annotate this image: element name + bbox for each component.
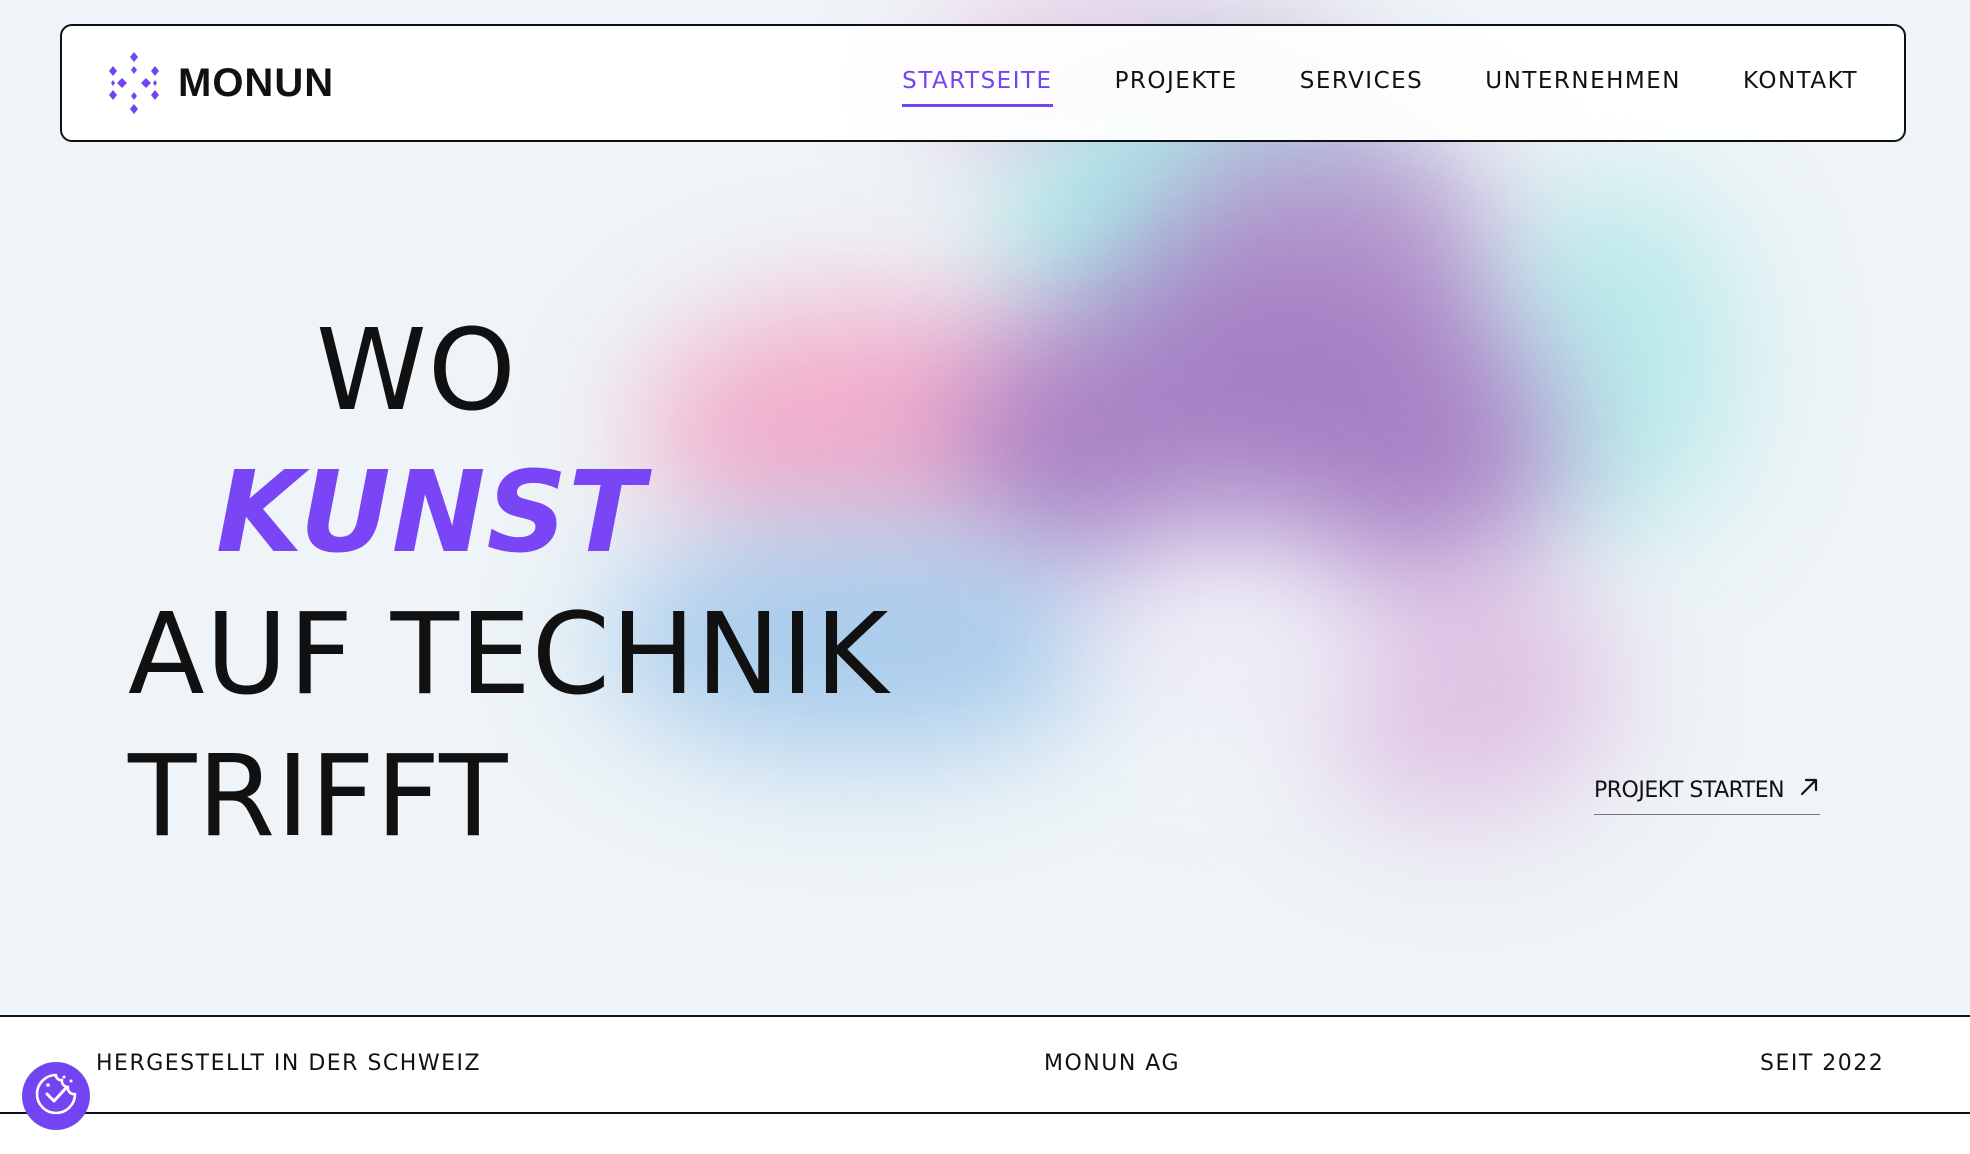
brand-name: MONUN [178,60,335,105]
project-start-link[interactable]: PROJEKT STARTEN [1594,776,1821,815]
project-start-label: PROJEKT STARTEN [1594,777,1785,803]
brand-logo-link[interactable]: MONUN [108,52,334,114]
nav-item-services[interactable]: SERVICES [1300,60,1424,107]
hero-section: WO KUNST AUF TECHNIK TRIFFT PROJEKT STAR… [0,0,1970,1015]
page-bottom-strip [0,1114,1970,1154]
info-bar: HERGESTELLT IN DER SCHWEIZ MONUN AG SEIT… [0,1015,1970,1114]
gradient-blob [1080,520,1380,740]
since-year-text: SEIT 2022 [1760,1051,1885,1076]
headline-line-1: WO [316,306,517,436]
headline-line-3: AUF TECHNIK [128,590,890,720]
top-navbar: MONUN STARTSEITE PROJEKTE SERVICES UNTER… [60,24,1906,142]
hero-headline: WO KUNST AUF TECHNIK TRIFFT [128,300,889,868]
cookie-consent-icon [33,1071,79,1121]
made-in-switzerland-text: HERGESTELLT IN DER SCHWEIZ [96,1051,482,1076]
nav-item-startseite[interactable]: STARTSEITE [902,60,1053,107]
headline-line-4: TRIFFT [128,732,509,862]
cookie-settings-button[interactable] [22,1062,90,1130]
nav-item-projekte[interactable]: PROJEKTE [1115,60,1238,107]
headline-line-2-accent: KUNST [216,448,646,578]
nav-item-kontakt[interactable]: KONTAKT [1743,60,1858,107]
main-navigation: STARTSEITE PROJEKTE SERVICES UNTERNEHMEN… [902,60,1858,107]
nav-item-unternehmen[interactable]: UNTERNEHMEN [1485,60,1681,107]
company-name-text: MONUN AG [1044,1051,1181,1076]
diamond-grid-logo-icon [108,52,160,114]
arrow-up-right-icon [1798,776,1820,804]
